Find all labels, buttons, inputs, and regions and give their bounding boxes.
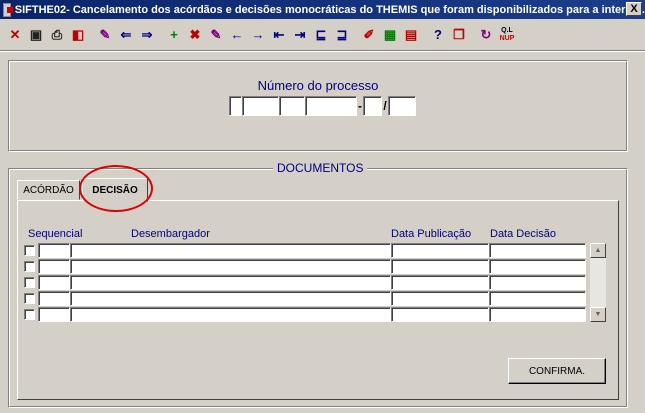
desembargador-cell[interactable] (70, 291, 391, 306)
sequencial-cell[interactable] (38, 307, 70, 322)
next-record-icon[interactable]: → (248, 24, 268, 46)
refresh-icon[interactable]: ↻ (476, 24, 496, 46)
execute-query-icon[interactable]: ⊒ (332, 24, 352, 46)
data-decisao-cell[interactable] (489, 275, 586, 290)
row-checkbox[interactable] (24, 293, 35, 304)
print-icon[interactable]: ⎙ (47, 24, 67, 46)
process-field-4[interactable] (305, 96, 357, 116)
clear-field-icon[interactable]: ✎ (95, 24, 115, 46)
scroll-up-icon[interactable]: ▲ (590, 243, 606, 258)
desembargador-cell[interactable] (70, 259, 391, 274)
close-x-icon[interactable]: ✕ (5, 24, 25, 46)
process-field-3[interactable] (279, 96, 305, 116)
delete-record-icon[interactable]: ✖ (185, 24, 205, 46)
data-decisao-cell[interactable] (489, 243, 586, 258)
next-block-icon[interactable]: ⇒ (137, 24, 157, 46)
nup-label-bottom: NUP (499, 34, 515, 42)
nup-button[interactable]: Q.L NUP (497, 24, 517, 46)
title-bar: SIFTHE02- Cancelamento dos acórdãos e de… (0, 0, 645, 19)
column-header-data-decisao: Data Decisão (490, 228, 557, 240)
clear-record-icon[interactable]: ✎ (206, 24, 226, 46)
row-checkbox[interactable] (24, 277, 35, 288)
table-row (24, 291, 586, 306)
row-checkbox[interactable] (24, 309, 35, 320)
process-field-2[interactable] (242, 96, 279, 116)
tab-acordao[interactable]: ACÓRDÃO (17, 180, 80, 200)
desembargador-cell[interactable] (70, 307, 391, 322)
table-row (24, 307, 586, 322)
documents-legend: DOCUMENTOS (273, 161, 368, 175)
column-header-sequencial: Sequencial (28, 228, 83, 240)
insert-record-icon[interactable]: + (164, 24, 184, 46)
sequencial-cell[interactable] (38, 243, 70, 258)
data-decisao-cell[interactable] (489, 307, 586, 322)
confirm-button[interactable]: CONFIRMA. (508, 358, 606, 384)
copy-icon[interactable]: ❐ (449, 24, 469, 46)
sequencial-cell[interactable] (38, 259, 70, 274)
row-checkbox[interactable] (24, 261, 35, 272)
table-row (24, 275, 586, 290)
data-publicacao-cell[interactable] (391, 291, 489, 306)
window-close-button[interactable]: X (626, 2, 642, 16)
process-field-5[interactable] (363, 96, 382, 116)
save-icon[interactable]: ▣ (26, 24, 46, 46)
previous-block-icon[interactable]: ⇐ (116, 24, 136, 46)
highlight-circle (79, 165, 153, 212)
table-row (24, 243, 586, 258)
nup-label-top: Q.L (501, 26, 513, 34)
column-header-desembargador: Desembargador (131, 228, 210, 240)
table-row (24, 259, 586, 274)
toolbar: ✕ ▣ ⎙ ◧ ✎ ⇐ ⇒ + ✖ ✎ ← → ⇤ ⇥ ⊑ ⊒ ✐ ▦ ▤ ? … (0, 19, 645, 51)
data-publicacao-cell[interactable] (391, 307, 489, 322)
window-title: SIFTHE02- Cancelamento dos acórdãos e de… (14, 3, 645, 16)
help-icon[interactable]: ? (428, 24, 448, 46)
list-values-icon[interactable]: ▦ (380, 24, 400, 46)
form-content: Número do processo - / DOCUMENTOS ACÓRDÃ… (0, 52, 645, 413)
enter-query-icon[interactable]: ⊑ (311, 24, 331, 46)
sequencial-cell[interactable] (38, 291, 70, 306)
process-number-fields: - / (229, 96, 416, 116)
app-icon (3, 2, 13, 17)
process-number-label: Número do processo (257, 78, 379, 93)
data-publicacao-cell[interactable] (391, 275, 489, 290)
data-decisao-cell[interactable] (489, 259, 586, 274)
last-record-icon[interactable]: ⇥ (290, 24, 310, 46)
column-header-data-publicacao: Data Publicação (391, 228, 472, 240)
scroll-down-icon[interactable]: ▼ (590, 307, 606, 322)
desembargador-cell[interactable] (70, 275, 391, 290)
duplicate-icon[interactable]: ▤ (401, 24, 421, 46)
first-record-icon[interactable]: ⇤ (269, 24, 289, 46)
edit-icon[interactable]: ✐ (359, 24, 379, 46)
data-publicacao-cell[interactable] (391, 259, 489, 274)
exit-door-icon[interactable]: ◧ (68, 24, 88, 46)
previous-record-icon[interactable]: ← (227, 24, 247, 46)
table-scrollbar[interactable]: ▲ ▼ (590, 243, 606, 322)
row-checkbox[interactable] (24, 245, 35, 256)
process-field-6[interactable] (388, 96, 416, 116)
data-publicacao-cell[interactable] (391, 243, 489, 258)
desembargador-cell[interactable] (70, 243, 391, 258)
app-window: SIFTHE02- Cancelamento dos acórdãos e de… (0, 0, 645, 413)
sequencial-cell[interactable] (38, 275, 70, 290)
process-field-1[interactable] (229, 96, 242, 116)
data-decisao-cell[interactable] (489, 291, 586, 306)
